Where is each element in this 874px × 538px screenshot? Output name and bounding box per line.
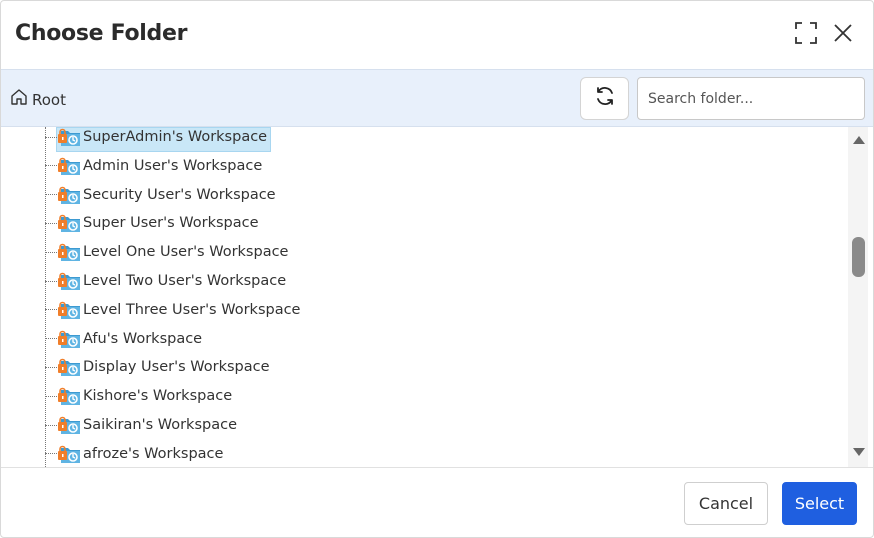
scroll-down-arrow-icon[interactable]	[852, 445, 866, 459]
tree-item[interactable]: Display User's Workspace	[45, 355, 274, 379]
tree-connector	[45, 366, 57, 368]
tree-item-label: Saikiran's Workspace	[83, 417, 237, 433]
tree-item[interactable]: Level Two User's Workspace	[45, 269, 290, 293]
tree-item[interactable]: Admin User's Workspace	[45, 154, 266, 178]
tree-item-label: Level Three User's Workspace	[83, 301, 301, 318]
shared-locked-folder-icon	[57, 154, 83, 178]
breadcrumb-root[interactable]: Root	[10, 88, 66, 111]
tree-item-label: Display User's Workspace	[83, 359, 270, 376]
tree-item-label: afroze's Workspace	[83, 445, 224, 462]
breadcrumb-root-label: Root	[32, 90, 66, 109]
dialog-header: Choose Folder	[1, 1, 873, 69]
folder-tree: SuperAdmin's Workspace Admin User's Works…	[1, 127, 873, 467]
tree-item[interactable]: Super User's Workspace	[45, 211, 263, 235]
tree-item[interactable]: Kishore's Workspace	[45, 384, 236, 408]
tree-item-label: Security User's Workspace	[83, 186, 276, 203]
tree-item[interactable]: Afu's Workspace	[45, 327, 206, 351]
tree-connector	[45, 395, 57, 397]
tree-item-label: Super User's Workspace	[83, 215, 259, 232]
tree-item[interactable]: Level One User's Workspace	[45, 240, 292, 264]
tree-connector	[45, 338, 57, 340]
tree-connector	[45, 165, 57, 167]
shared-locked-folder-icon	[57, 413, 83, 437]
close-icon	[833, 23, 853, 48]
tree-connector	[45, 222, 57, 224]
tree-connector	[45, 280, 57, 282]
maximize-button[interactable]	[792, 21, 820, 49]
tree-connector	[45, 251, 57, 253]
dialog-footer: Cancel Select	[1, 467, 873, 537]
shared-locked-folder-icon	[57, 183, 83, 207]
select-button[interactable]: Select	[782, 482, 857, 525]
folder-toolbar: Root	[1, 69, 873, 127]
choose-folder-dialog: Choose Folder Root Search folder... Supe…	[0, 0, 874, 538]
maximize-icon	[794, 21, 818, 50]
tree-item[interactable]: afroze's Workspace	[45, 442, 227, 466]
tree-connector	[45, 424, 57, 426]
refresh-icon	[594, 85, 616, 112]
shared-locked-folder-icon	[57, 127, 83, 149]
tree-connector	[45, 453, 57, 455]
scroll-up-arrow-icon[interactable]	[852, 133, 866, 147]
shared-locked-folder-icon	[57, 298, 83, 322]
close-button[interactable]	[829, 21, 857, 49]
tree-scrollbar[interactable]	[848, 127, 868, 467]
dialog-title: Choose Folder	[15, 21, 188, 46]
tree-connector	[45, 194, 57, 196]
shared-locked-folder-icon	[57, 211, 83, 235]
scrollbar-thumb[interactable]	[852, 237, 865, 277]
refresh-button[interactable]	[580, 77, 629, 120]
shared-locked-folder-icon	[57, 384, 83, 408]
tree-item-label: SuperAdmin's Workspace	[83, 129, 268, 145]
tree-connector	[45, 136, 57, 138]
tree-connector	[45, 309, 57, 311]
home-icon	[10, 88, 28, 111]
tree-item-label: Kishore's Workspace	[83, 388, 233, 405]
shared-locked-folder-icon	[57, 442, 83, 466]
shared-locked-folder-icon	[57, 240, 83, 264]
tree-item-label: Level Two User's Workspace	[83, 273, 287, 289]
tree-item-label: Afu's Workspace	[83, 330, 203, 347]
tree-item[interactable]: Level Three User's Workspace	[45, 298, 304, 322]
tree-item[interactable]: Security User's Workspace	[45, 183, 280, 207]
shared-locked-folder-icon	[57, 327, 83, 351]
shared-locked-folder-icon	[57, 269, 83, 293]
search-folder-input[interactable]	[637, 77, 865, 120]
shared-locked-folder-icon	[57, 355, 83, 379]
tree-item[interactable]: SuperAdmin's Workspace	[45, 127, 271, 149]
tree-item[interactable]: Saikiran's Workspace	[45, 413, 241, 437]
tree-item-label: Admin User's Workspace	[83, 157, 263, 174]
tree-item-label: Level One User's Workspace	[83, 244, 289, 261]
cancel-button[interactable]: Cancel	[684, 482, 768, 525]
